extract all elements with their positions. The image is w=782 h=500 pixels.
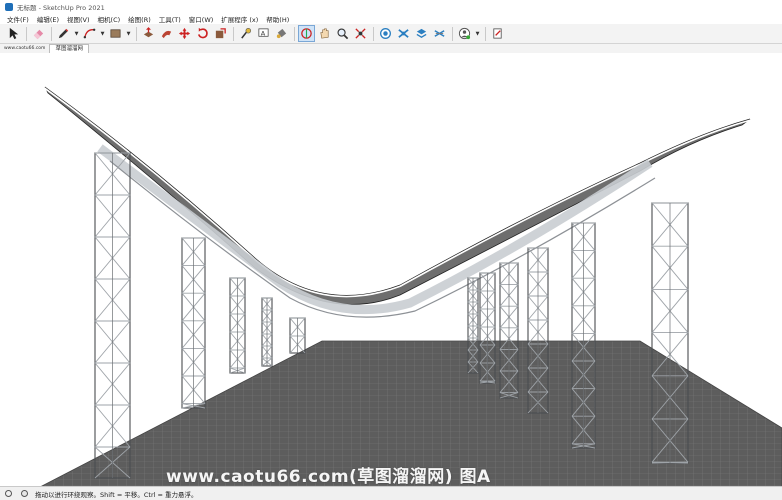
lattice-column [261,297,273,367]
main-toolbar: ▼ ▼ ▼ A ▼ [0,24,782,44]
model-viewport[interactable] [0,53,782,486]
svg-text:A: A [261,29,266,37]
profile-icon[interactable] [490,26,505,41]
zoom-extents-icon[interactable] [353,26,368,41]
chevron-down-icon[interactable]: ▼ [100,26,105,41]
status-bar: 拖动以进行环绕观察。Shift = 平移。Ctrl = 重力悬浮。 [0,486,782,500]
roof-surface [44,86,751,305]
site-watermark-overlay: www.caotu66.com(草图溜溜网) 图A [166,467,491,487]
warehouse-icon[interactable] [378,26,393,41]
push-pull-icon[interactable] [141,26,156,41]
pencil-icon[interactable] [56,26,71,41]
toolbar-divider [233,26,234,41]
scene-tab[interactable]: 草图溜溜网 [49,44,89,53]
truss-canopy-model [41,85,782,486]
menu-file[interactable]: 文件(F) [3,14,33,24]
rectangle-icon[interactable] [108,26,123,41]
menu-bar: 文件(F) 编辑(E) 视图(V) 相机(C) 绘图(R) 工具(T) 窗口(W… [0,13,782,24]
toolbar-divider [51,26,52,41]
menu-draw[interactable]: 绘图(R) [124,14,155,24]
chevron-down-icon[interactable]: ▼ [126,26,131,41]
paint-bucket-icon[interactable] [274,26,289,41]
lattice-column [229,277,246,374]
component-icon[interactable] [432,26,447,41]
chevron-down-icon[interactable]: ▼ [74,26,79,41]
text-icon[interactable]: A [256,26,271,41]
menu-edit[interactable]: 编辑(E) [33,14,63,24]
sketchup-app-icon [5,2,13,11]
menu-help[interactable]: 帮助(H) [262,14,293,24]
toolbar-divider [294,26,295,41]
help-icon[interactable] [21,490,28,497]
menu-extensions[interactable]: 扩展程序 (x) [217,14,262,24]
tape-measure-icon[interactable] [238,26,253,41]
toolbar-divider [452,26,453,41]
menu-window[interactable]: 窗口(W) [185,14,218,24]
menu-view[interactable]: 视图(V) [63,14,94,24]
account-icon[interactable] [457,26,472,41]
site-watermark: www.caotu66.com [4,46,46,51]
scale-icon[interactable] [213,26,228,41]
lattice-column [527,247,549,414]
status-hint: 拖动以进行环绕观察。Shift = 平移。Ctrl = 重力悬浮。 [35,490,198,499]
eraser-icon[interactable] [31,26,46,41]
extension-warehouse-icon[interactable] [396,26,411,41]
layout-icon[interactable] [414,26,429,41]
rotate-icon[interactable] [195,26,210,41]
window-title: 无标题 - SketchUp Pro 2021 [17,3,105,12]
orbit-icon[interactable] [298,25,315,42]
lattice-column [181,237,206,409]
menu-camera[interactable]: 相机(C) [94,14,125,24]
title-bar: 无标题 - SketchUp Pro 2021 [0,0,782,13]
toolbar-divider [485,26,486,41]
chevron-down-icon[interactable]: ▼ [475,26,480,41]
menu-tools[interactable]: 工具(T) [155,14,185,24]
toolbar-divider [373,26,374,41]
toolbar-divider [26,26,27,41]
status-geo-icon [5,490,12,497]
pan-icon[interactable] [317,26,332,41]
lattice-column [94,152,131,479]
lattice-column [289,317,306,354]
move-icon[interactable] [177,26,192,41]
select-icon[interactable] [6,26,21,41]
zoom-icon[interactable] [335,26,350,41]
arc-icon[interactable] [82,26,97,41]
toolbar-divider [136,26,137,41]
follow-me-icon[interactable] [159,26,174,41]
